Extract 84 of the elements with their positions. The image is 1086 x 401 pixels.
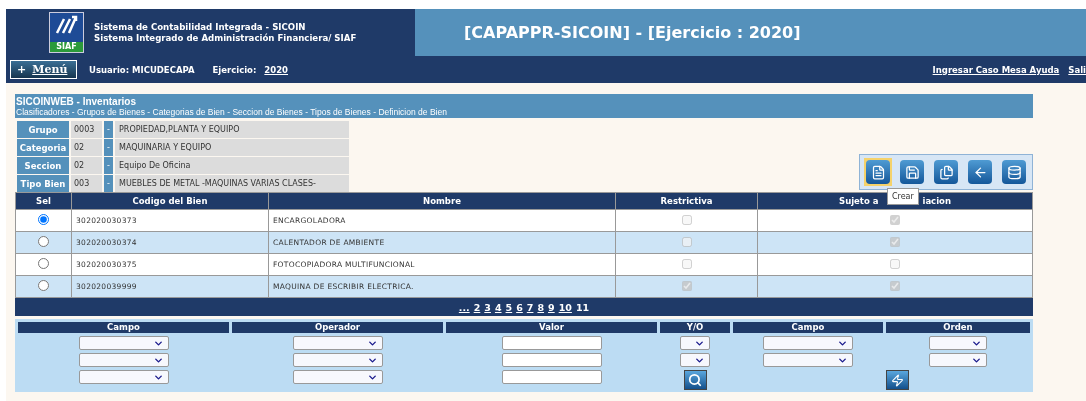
filter-header: Campo [18, 322, 229, 333]
dropdown[interactable] [78, 370, 169, 384]
page-link[interactable]: 4 [494, 301, 502, 313]
toolbar-button[interactable] [932, 158, 960, 186]
system-name: Sistema Integrado de Administración Financiera/ SIAF [94, 32, 357, 44]
toolbar-button[interactable] [898, 158, 926, 186]
lightning-icon [891, 373, 904, 387]
menu-button[interactable]: + Menú [10, 60, 77, 79]
current-page[interactable]: 11 [575, 301, 590, 313]
column-header: Codigo del Bien [132, 196, 208, 206]
filter-header: Valor [446, 322, 657, 333]
dropdown[interactable] [78, 353, 169, 367]
dash-cell: - [104, 175, 113, 192]
row-radio[interactable] [38, 258, 49, 269]
code-cell: 0003 [71, 121, 102, 138]
value-cell: MUEBLES DE METAL -MAQUINAS VARIAS CLASES- [115, 175, 349, 192]
dropdown[interactable] [763, 353, 853, 367]
lightning-button[interactable] [886, 370, 909, 390]
nav-link[interactable]: Ingresar Caso Mesa Ayuda [932, 64, 1060, 75]
value-field[interactable] [501, 336, 602, 350]
filter-header: Y/O [660, 322, 730, 333]
page-link[interactable]: 6 [516, 301, 523, 313]
column-header: Restrictiva [660, 196, 713, 206]
code-cell: 02 [71, 139, 102, 156]
page-link[interactable]: ... [458, 301, 470, 313]
field-label: Categoria [17, 139, 69, 156]
column-header: Sujeto a [839, 196, 879, 206]
column-header: iacion [922, 196, 951, 206]
page-link[interactable]: 10 [558, 301, 572, 313]
dropdown[interactable] [680, 353, 710, 367]
dropdown[interactable] [292, 336, 383, 350]
filter-header: Campo [733, 322, 883, 333]
row-radio[interactable] [38, 236, 49, 247]
dash-cell: - [104, 157, 113, 174]
page-title: [CAPAPPR-SICOIN] - [Ejercicio : 2020] [464, 23, 801, 42]
value-field[interactable] [501, 353, 602, 367]
dropdown[interactable] [929, 353, 987, 367]
page-link[interactable]: 7 [526, 301, 534, 313]
column-header: Nombre [423, 196, 461, 206]
toolbar-button[interactable] [864, 158, 892, 186]
field-label: Grupo [17, 121, 69, 138]
dropdown[interactable] [292, 370, 383, 384]
toolbar-button[interactable] [966, 158, 994, 186]
dash-cell: - [104, 139, 113, 156]
database-icon [1002, 160, 1026, 184]
arrow-left-icon [968, 160, 992, 184]
filter-header: Operador [232, 322, 443, 333]
dropdown[interactable] [680, 336, 710, 350]
search-icon [688, 373, 702, 387]
tooltip: Crear [887, 188, 919, 205]
code-cell: 02 [71, 157, 102, 174]
user-label: Usuario: MICUDECAPA [89, 64, 195, 75]
field-label: Seccion [17, 157, 69, 174]
documents-icon [934, 160, 958, 184]
page-link[interactable]: 9 [548, 301, 555, 313]
row-radio[interactable] [38, 214, 49, 225]
nav-link[interactable]: Sali [1068, 64, 1086, 75]
exercise-link[interactable]: 2020 [264, 64, 289, 75]
filter-header: Orden [886, 322, 1030, 333]
value-cell: PROPIEDAD,PLANTA Y EQUIPO [115, 121, 349, 138]
document-icon [866, 160, 890, 184]
search-button[interactable] [683, 370, 707, 390]
field-label: Tipo Bien [17, 175, 69, 192]
value-field[interactable] [501, 370, 602, 384]
system-name: Sistema de Contabilidad Integrada - SICOIN [94, 21, 307, 33]
code-cell: 003 [71, 175, 102, 192]
dropdown[interactable] [292, 353, 383, 367]
column-header: Sel [36, 196, 51, 206]
dropdown[interactable] [763, 336, 853, 350]
page-link[interactable]: 5 [505, 301, 513, 313]
page-link[interactable]: 3 [484, 301, 491, 313]
dropdown[interactable] [78, 336, 169, 350]
logo-text: SIAF [50, 42, 83, 52]
page-link[interactable]: 8 [537, 301, 545, 313]
value-cell: Equipo De Oficina [115, 157, 349, 174]
value-cell: MAQUINARIA Y EQUIPO [115, 139, 349, 156]
toolbar-button[interactable] [1000, 158, 1028, 186]
page-link[interactable]: 2 [473, 301, 481, 313]
breadcrumb: Clasificadores - Grupos de Bienes - Categorias de Bien - Seccion de Bienes - Tipos de Bienes - Definicion de Bien [16, 107, 448, 117]
dash-cell: - [104, 121, 113, 138]
dropdown[interactable] [929, 336, 987, 350]
row-radio[interactable] [38, 280, 49, 291]
exercise-label: Ejercicio: [212, 64, 257, 75]
module-title: SICOINWEB - Inventarios [16, 96, 137, 107]
